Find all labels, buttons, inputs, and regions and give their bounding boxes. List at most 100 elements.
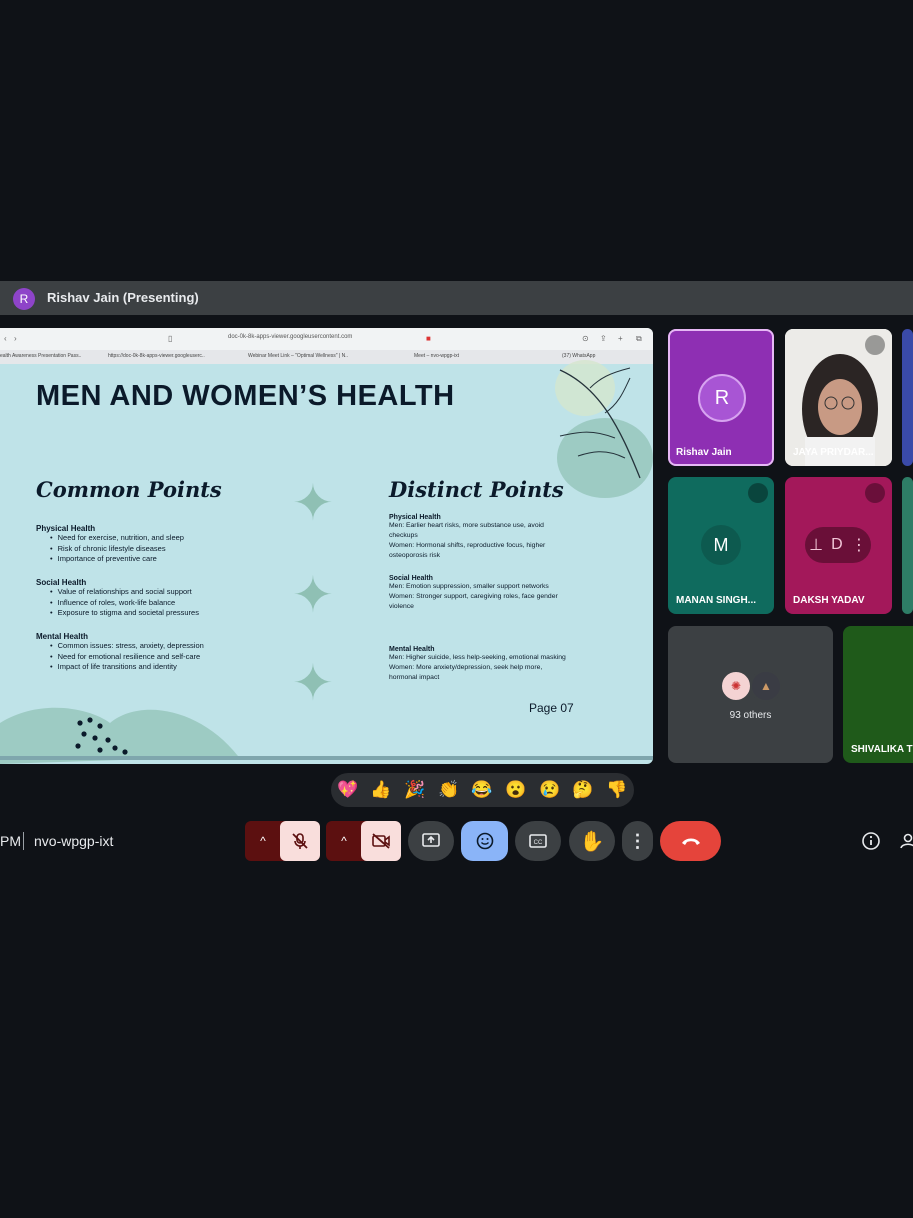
participant-tile-jaya[interactable]: JAYA PRIYDAR...	[785, 329, 892, 466]
reaction-surprised[interactable]: 😮	[504, 779, 528, 801]
emoji-icon	[476, 832, 493, 850]
slide-progress	[0, 756, 653, 760]
avatar: M	[701, 525, 741, 565]
camera-off-icon	[372, 833, 390, 849]
more-vert-icon[interactable]: ⋮	[851, 535, 867, 555]
tile-options[interactable]: ⊥ D ⋮	[805, 527, 871, 563]
distinct-physical: Physical Health Men: Earlier heart risks…	[389, 514, 569, 561]
svg-text:CC: CC	[534, 840, 543, 846]
more-options-button[interactable]: ⋮	[622, 821, 653, 861]
list-item: Common issues: stress, anxiety, depressi…	[50, 641, 204, 652]
captions-icon: CC	[529, 834, 547, 848]
women-point: Women: Stronger support, caregiving role…	[389, 593, 558, 610]
reaction-party[interactable]: 🎉	[403, 779, 427, 801]
participant-name: SHIVALIKA TH	[851, 744, 913, 755]
others-avatar: ▲	[750, 670, 782, 702]
women-point: Women: More anxiety/depression, seek hel…	[389, 664, 543, 681]
section-title: Physical Health	[36, 524, 96, 533]
common-physical: Physical Health Need for exercise, nutri…	[36, 524, 184, 565]
people-icon	[900, 833, 913, 849]
common-mental: Mental Health Common issues: stress, anx…	[36, 632, 204, 673]
presenter-label: Rishav Jain (Presenting)	[47, 290, 199, 305]
mic-options-chevron-icon[interactable]: ^	[245, 834, 281, 848]
participant-tile-daksh[interactable]: ⊥ D ⋮ DAKSH YADAV	[785, 477, 892, 614]
men-point: Men: Higher suicide, less help-seeking, …	[389, 654, 566, 661]
common-points-heading: Common Points	[36, 477, 222, 502]
mic-off-button[interactable]	[280, 821, 320, 861]
others-tile[interactable]: ✺ ▲ 93 others	[668, 626, 833, 763]
mic-control: ^	[245, 821, 320, 861]
participant-tile-manan[interactable]: M MANAN SINGH...	[668, 477, 774, 614]
section-title: Mental Health	[36, 632, 89, 641]
participant-tile-partial[interactable]	[902, 329, 913, 466]
sparkle-icon: ✦	[292, 655, 334, 711]
more-vert-icon: ⋮	[628, 830, 647, 851]
participant-tile-rishav[interactable]: R Rishav Jain	[668, 329, 774, 466]
section-title: Mental Health	[389, 646, 435, 653]
section-title: Social Health	[389, 575, 433, 582]
clock-time: PM	[0, 833, 21, 849]
list-item: Exposure to stigma and societal pressure…	[50, 608, 199, 619]
mic-off-icon	[748, 483, 768, 503]
reactions-button[interactable]	[461, 821, 508, 861]
meeting-code: nvo-wpgp-ixt	[34, 833, 114, 849]
reaction-laugh[interactable]: 😂	[470, 779, 494, 801]
raise-hand-button[interactable]: ✋	[569, 821, 615, 861]
reaction-thumbs-down[interactable]: 👎	[605, 779, 629, 801]
participant-name: DAKSH YADAV	[793, 595, 865, 606]
participant-name: MANAN SINGH...	[676, 595, 756, 606]
sparkle-icon: ✦	[292, 475, 334, 531]
distinct-mental: Mental Health Men: Higher suicide, less …	[389, 646, 569, 683]
list-item: Importance of preventive care	[50, 554, 184, 565]
distinct-social: Social Health Men: Emotion suppression, …	[389, 575, 569, 612]
slide-title: MEN AND WOMEN’S HEALTH	[36, 380, 455, 412]
section-title: Physical Health	[389, 514, 441, 521]
distinct-points-heading: Distinct Points	[389, 477, 564, 502]
captions-button[interactable]: CC	[515, 821, 561, 861]
mic-off-icon	[865, 335, 885, 355]
sparkle-icon: ✦	[292, 567, 334, 623]
mic-off-icon	[292, 833, 308, 849]
camera-options-chevron-icon[interactable]: ^	[326, 834, 362, 848]
meeting-info-button[interactable]	[861, 831, 881, 851]
common-social: Social Health Value of relationships and…	[36, 578, 199, 619]
list-item: Risk of chronic lifestyle diseases	[50, 544, 184, 555]
present-icon	[422, 833, 440, 847]
men-point: Men: Earlier heart risks, more substance…	[389, 522, 544, 539]
reaction-clap[interactable]: 👏	[437, 779, 461, 801]
reaction-thumbs-up[interactable]: 👍	[369, 779, 393, 801]
camera-control: ^	[326, 821, 401, 861]
leave-call-button[interactable]	[660, 821, 721, 861]
mic-off-icon	[865, 483, 885, 503]
women-point: Women: Hormonal shifts, reproductive foc…	[389, 542, 546, 559]
section-title: Social Health	[36, 578, 87, 587]
info-icon	[862, 832, 880, 850]
reactions-bar: 💖 👍 🎉 👏 😂 😮 😢 🤔 👎	[331, 773, 634, 807]
pin-icon[interactable]: ⊥	[809, 535, 823, 555]
page-number: Page 07	[529, 701, 574, 715]
shared-screen: ‹ › ▯ doc-0k-8k-apps-viewer.googleuserco…	[0, 328, 653, 764]
participant-tile-shivalika[interactable]: SHIVALIKA TH	[843, 626, 913, 763]
participant-name: JAYA PRIYDAR...	[793, 447, 874, 458]
avatar: R	[698, 374, 746, 422]
list-item: Need for emotional resilience and self-c…	[50, 652, 204, 663]
divider	[23, 832, 24, 850]
reaction-sad[interactable]: 😢	[538, 779, 562, 801]
present-button[interactable]	[408, 821, 454, 861]
list-item: Influence of roles, work-life balance	[50, 598, 199, 609]
list-item: Value of relationships and social suppor…	[50, 587, 199, 598]
reaction-thinking[interactable]: 🤔	[571, 779, 595, 801]
presenter-avatar: R	[13, 288, 35, 310]
avatar: D	[831, 536, 843, 553]
others-avatar: ✺	[720, 670, 752, 702]
reaction-heart[interactable]: 💖	[336, 779, 360, 801]
hand-icon: ✋	[579, 830, 605, 853]
participant-name: Rishav Jain	[676, 447, 732, 458]
others-count: 93 others	[729, 710, 772, 721]
men-point: Men: Emotion suppression, smaller suppor…	[389, 583, 549, 590]
list-item: Need for exercise, nutrition, and sleep	[50, 533, 184, 544]
list-item: Impact of life transitions and identity	[50, 662, 204, 673]
camera-off-button[interactable]	[361, 821, 401, 861]
participant-tile-partial[interactable]	[902, 477, 913, 614]
people-button[interactable]	[899, 831, 913, 851]
